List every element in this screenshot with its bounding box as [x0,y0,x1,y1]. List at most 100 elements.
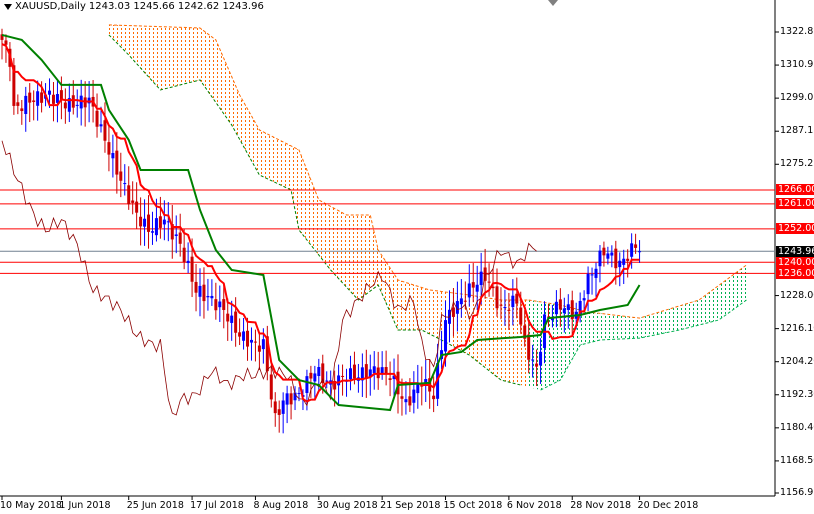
price-tick-label: 1192.30 [780,388,814,400]
candle-body [515,293,519,304]
symbol-label: XAUUSD,Daily [15,1,86,12]
candle-body [111,153,115,159]
candle-body [412,389,416,403]
candle-body [32,100,36,102]
candle-body [479,271,483,286]
candle-body [182,247,186,263]
candle-body [277,409,281,415]
candle-body [602,247,606,256]
candle-body [107,142,111,155]
candle-body [590,274,594,276]
candle-body [131,200,135,203]
candle-body [238,332,242,337]
candle-body [48,90,52,95]
candle-body [242,331,246,341]
price-tick-label: 1156.95 [780,487,814,498]
candle-body [634,244,638,248]
candle-body [309,372,313,379]
candle-body [226,313,230,322]
candle-body [16,102,20,106]
candle-body [234,311,238,333]
candle-body [376,367,380,379]
candle-body [317,367,321,376]
candle-body [475,284,479,292]
candle-body [451,307,455,317]
time-tick-label: 6 Nov 2018 [506,500,562,511]
candle-body [531,359,535,361]
candle-body [527,334,531,360]
time-tick-label: 25 Jun 2018 [126,500,184,511]
price-tick-label: 1322.85 [780,26,814,37]
candle-body [4,40,8,45]
candle-body [214,299,218,311]
candle-body [99,124,103,127]
chikou-span [1,140,537,416]
candle-body [444,320,448,352]
candle-body [507,309,511,311]
candle-body [143,218,147,227]
candle-body [594,268,598,278]
price-tick-label: 1275.25 [780,158,814,170]
candle-body [261,339,265,350]
candle-body [610,252,614,256]
level-price-label: 1266.00 [776,184,814,196]
candle-body [222,299,226,310]
candle-body [36,91,40,106]
candle-body [539,351,543,366]
candle-body [388,378,392,380]
candle-body [154,218,158,236]
candle-body [75,104,79,106]
candle-body [606,253,610,259]
candle-body [566,304,570,310]
candle-body [618,260,622,268]
candle-body [535,363,539,367]
candle-body [198,285,202,297]
candle-body [55,94,59,103]
time-tick-label: 30 Aug 2018 [316,500,378,511]
candle-body [499,304,503,306]
candle-body [147,214,151,232]
level-price-label: 1236.00 [776,267,814,279]
candle-body [598,250,602,267]
candle-body [297,393,301,395]
candle-body [487,281,491,283]
candle-body [190,256,194,282]
price-chart[interactable] [0,0,814,514]
candle-body [253,341,257,343]
candle-body [115,150,119,175]
candle-body [273,401,277,414]
candle-body [281,400,285,414]
price-tick-label: 1204.20 [780,355,814,367]
candle-body [471,282,475,288]
candle-body [63,102,67,109]
candle-body [95,110,99,127]
candle-body [400,396,404,399]
candle-body [352,364,356,379]
chart-title: XAUUSD,Daily 1243.03 1245.66 1242.62 124… [4,1,264,12]
candle-body [503,307,507,309]
ohlc-values: 1243.03 1245.66 1242.62 1243.96 [88,1,264,12]
price-tick-label: 1310.95 [780,59,814,71]
cloud-bullish [528,265,747,391]
candle-body [582,298,586,301]
candle-body [218,301,222,308]
candle-body [285,393,289,405]
candle-body [28,92,32,103]
candle-body [467,283,471,298]
price-tick-label: 1228.00 [780,289,814,301]
candle-body [246,330,250,347]
candle-body [614,248,618,269]
candle-body [40,92,44,103]
candle-body [586,273,590,295]
candle-body [364,364,368,379]
candle-body [305,376,309,393]
dropdown-triangle-icon[interactable] [4,3,12,10]
candle-body [210,295,214,299]
candle-body [103,120,107,141]
candle-body [174,234,178,236]
time-tick-label: 15 Oct 2018 [443,500,503,511]
candle-body [158,216,162,228]
candle-body [178,232,182,244]
candle-body [495,286,499,309]
time-tick-label: 28 Nov 2018 [570,500,632,511]
